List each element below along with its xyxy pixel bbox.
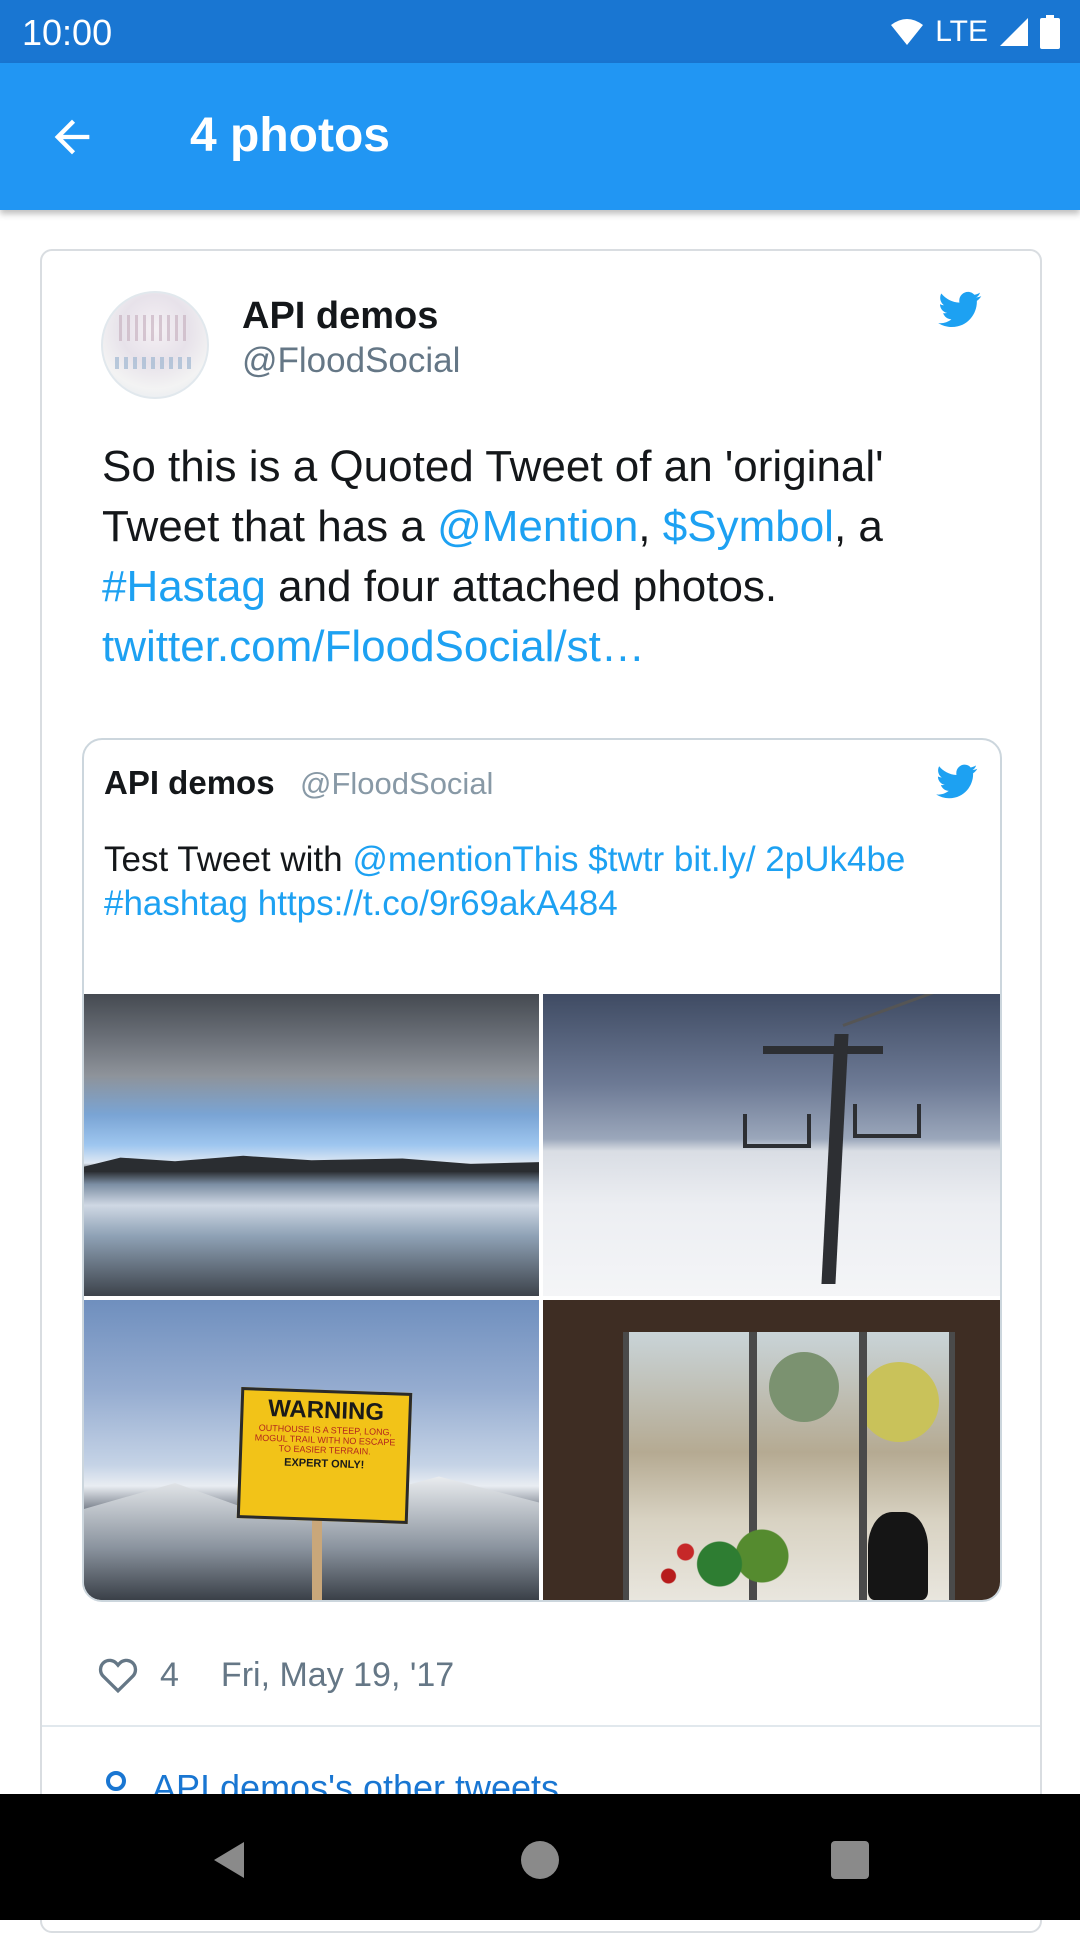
photo-tree — [859, 1362, 939, 1442]
avatar[interactable] — [101, 291, 209, 399]
photo-hills — [84, 1155, 539, 1172]
quoted-author-name: API demos — [104, 764, 275, 801]
like-count: 4 — [160, 1655, 179, 1694]
tweet-text-part: and four attached photos. — [265, 562, 778, 611]
photo-grid: WARNING OUTHOUSE IS A STEEP, LONG, MOGUL… — [84, 994, 1000, 1600]
page-title: 4 photos — [190, 109, 390, 162]
symbol-link[interactable]: $Symbol — [663, 502, 834, 551]
author-name[interactable]: API demos — [242, 295, 438, 338]
photo-tree — [769, 1352, 839, 1422]
photo-mullion — [859, 1332, 867, 1600]
tweet-date: Fri, May 19, '17 — [220, 1655, 455, 1694]
nav-back-icon[interactable] — [200, 1830, 260, 1890]
photo-cat — [868, 1512, 928, 1600]
photo-cable — [842, 994, 1000, 1027]
author-handle[interactable]: @FloodSocial — [242, 341, 460, 381]
warning-sign: WARNING OUTHOUSE IS A STEEP, LONG, MOGUL… — [236, 1387, 413, 1524]
status-time: 10:00 — [22, 12, 113, 53]
hashtag-link[interactable]: #Hastag — [102, 562, 266, 611]
photo-sign-post — [312, 1518, 322, 1600]
tweet-text: So this is a Quoted Tweet of an 'origina… — [102, 437, 982, 677]
quoted-hashtag-link[interactable]: #hashtag — [104, 884, 248, 923]
system-nav-bar — [0, 1794, 1080, 1920]
photo-warning-sign[interactable]: WARNING OUTHOUSE IS A STEEP, LONG, MOGUL… — [84, 1300, 539, 1600]
tweet-text-part: , a — [833, 502, 883, 551]
quoted-author-handle: @FloodSocial — [300, 766, 494, 801]
sign-expert: EXPERT ONLY! — [283, 1456, 365, 1472]
photo-lift-pole — [821, 1034, 849, 1284]
nav-recent-icon[interactable] — [820, 1830, 880, 1890]
quoted-short-link[interactable]: bit.ly/ 2pUk4be — [674, 840, 906, 879]
mention-link[interactable]: @Mention — [437, 502, 638, 551]
tweet-text-part: , — [638, 502, 663, 551]
quoted-tweet[interactable]: API demos @FloodSocial Test Tweet with @… — [82, 738, 1002, 1602]
signal-icon — [1000, 18, 1028, 46]
quoted-tweet-text: Test Tweet with @mentionThis $twtr bit.l… — [104, 838, 924, 926]
status-bar: 10:00 LTE — [0, 0, 1080, 63]
divider — [42, 1725, 1040, 1727]
tweet-actions: 4 Fri, May 19, '17 — [98, 1651, 454, 1699]
photo-plant — [643, 1520, 813, 1600]
photo-lake[interactable] — [84, 994, 539, 1296]
tweet-card[interactable]: API demos @FloodSocial So this is a Quot… — [40, 249, 1042, 1933]
quoted-mention-link[interactable]: @mentionThis — [352, 840, 578, 879]
app-bar: 4 photos — [0, 63, 1080, 210]
network-type: LTE — [935, 15, 988, 48]
url-link[interactable]: twitter.com/FloodSocial/st… — [102, 622, 645, 671]
photo-chair — [743, 1114, 811, 1148]
photo-lift-bar — [763, 1046, 883, 1054]
photo-cat-window[interactable] — [543, 1300, 1000, 1600]
photo-ski-lift[interactable] — [543, 994, 1000, 1296]
quoted-symbol-link[interactable]: $twtr — [588, 840, 664, 879]
status-icons: LTE — [889, 12, 1060, 52]
quoted-url-link[interactable]: https://t.co/9r69akA484 — [258, 884, 618, 923]
twitter-bird-icon — [936, 764, 978, 799]
photo-chair — [853, 1104, 921, 1138]
twitter-bird-icon[interactable] — [938, 291, 982, 329]
nav-home-icon[interactable] — [510, 1830, 570, 1890]
wifi-icon — [891, 19, 924, 45]
heart-icon[interactable] — [98, 1656, 138, 1694]
battery-icon — [1040, 15, 1060, 49]
back-arrow-icon[interactable] — [46, 111, 98, 163]
quoted-text-part: Test Tweet with — [104, 840, 353, 879]
